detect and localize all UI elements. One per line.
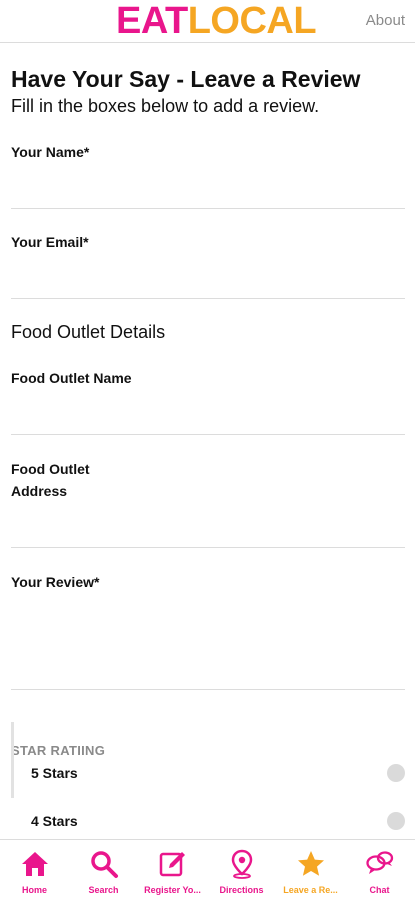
search-icon	[91, 851, 118, 878]
logo-eat: EAT	[116, 0, 188, 42]
tab-home[interactable]: Home	[0, 840, 69, 901]
radio-button[interactable]	[387, 764, 405, 782]
star-option-5[interactable]: 5 Stars	[31, 759, 405, 789]
outlet-address-field[interactable]	[11, 504, 405, 548]
star-option-label: 5 Stars	[31, 765, 78, 781]
review-label: Your Review*	[11, 574, 100, 590]
tab-leave-review[interactable]: Leave a Re...	[276, 840, 345, 901]
name-field[interactable]	[11, 167, 405, 209]
tab-label: Search	[88, 885, 119, 895]
home-icon	[22, 852, 48, 876]
star-rating-group: 5 Stars 4 Stars	[11, 722, 408, 830]
about-link[interactable]: About	[366, 12, 405, 29]
tab-label: Home	[21, 885, 47, 895]
tab-search[interactable]: Search	[69, 840, 138, 901]
map-pin-icon	[231, 849, 253, 879]
logo-local: LOCAL	[187, 0, 317, 42]
outlet-name-field[interactable]	[11, 393, 405, 435]
bottom-tab-bar: Home Search Register Yo... Directions Le…	[0, 839, 415, 901]
outlet-section-title: Food Outlet Details	[11, 322, 166, 342]
email-field[interactable]	[11, 257, 405, 299]
chat-icon	[366, 851, 394, 874]
tab-label: Directions	[219, 885, 264, 895]
page-subtitle: Fill in the boxes below to add a review.	[11, 96, 320, 116]
outlet-name-label: Food Outlet Name	[11, 370, 132, 386]
tab-register[interactable]: Register Yo...	[138, 840, 207, 901]
star-option-4[interactable]: 4 Stars	[31, 807, 405, 837]
star-icon	[298, 851, 324, 876]
email-label: Your Email*	[11, 234, 89, 250]
tab-chat[interactable]: Chat	[345, 840, 414, 901]
tab-directions[interactable]: Directions	[207, 840, 276, 901]
page-title: Have Your Say - Leave a Review	[11, 66, 361, 92]
radio-button[interactable]	[387, 812, 405, 830]
review-field[interactable]	[11, 597, 405, 690]
tab-label: Register Yo...	[144, 885, 201, 895]
eat-local-logo[interactable]: EATLOCAL	[116, 0, 317, 42]
tab-label: Chat	[369, 885, 390, 895]
app-header: EATLOCAL About	[0, 0, 415, 43]
edit-icon	[159, 852, 185, 877]
tab-label: Leave a Re...	[283, 885, 338, 895]
outlet-address-label: Food Outlet Address	[11, 461, 90, 499]
name-label: Your Name*	[11, 144, 90, 160]
star-option-label: 4 Stars	[31, 813, 78, 829]
